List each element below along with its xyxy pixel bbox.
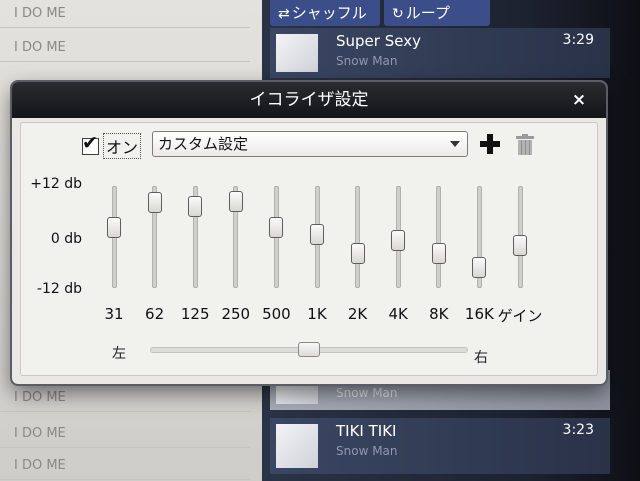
chevron-down-icon	[450, 141, 460, 147]
list-item: I DO ME	[0, 420, 250, 448]
add-preset-button[interactable]	[480, 132, 504, 158]
enable-label: オン	[103, 133, 142, 159]
db-min-label: -12 db	[36, 281, 82, 297]
band-slider-thumb[interactable]	[350, 242, 365, 264]
track-artist: Snow Man	[336, 444, 398, 458]
list-item: I DO ME	[0, 34, 250, 62]
band-slider-thumb[interactable]	[513, 234, 527, 256]
band-slider-thumb[interactable]	[269, 216, 284, 238]
check-mark-icon: ✔	[82, 131, 98, 154]
track-row[interactable]: Super Sexy Snow Man 3:29	[270, 28, 610, 78]
track-title: Super Sexy	[336, 32, 421, 50]
dialog-title: イコライザ設定	[249, 90, 369, 110]
band-slider-thumb[interactable]	[310, 224, 324, 246]
db-max-label: +12 db	[30, 176, 82, 192]
list-item: I DO ME	[0, 0, 250, 28]
track-duration: 3:29	[562, 32, 594, 48]
enable-toggle[interactable]: ✔ オン	[82, 132, 142, 159]
band-slider-thumb[interactable]	[107, 216, 121, 238]
preset-dropdown[interactable]: カスタム設定	[152, 131, 468, 157]
band-slider-thumb[interactable]	[147, 192, 162, 214]
shuffle-button[interactable]: ⇄ シャッフル	[270, 0, 380, 26]
preset-value: カスタム設定	[158, 135, 249, 153]
band-slider-track[interactable]	[436, 186, 442, 288]
band-slider-thumb[interactable]	[228, 190, 243, 212]
delete-preset-button[interactable]	[516, 134, 534, 156]
loop-button[interactable]: ↻ ループ	[384, 0, 490, 26]
equalizer-panel	[20, 122, 598, 376]
band-slider-track[interactable]	[355, 186, 361, 288]
track-title: TIKI TIKI	[336, 422, 397, 440]
balance-slider-thumb[interactable]	[298, 342, 320, 357]
track-artist: Snow Man	[336, 54, 398, 68]
balance-right-label: 右	[474, 350, 488, 366]
list-item: I DO ME	[0, 452, 250, 480]
balance-left-label: 左	[112, 346, 126, 362]
list-item: I DO ME	[0, 384, 250, 412]
db-mid-label: 0 db	[50, 231, 82, 247]
shuffle-icon: ⇄	[278, 6, 290, 22]
enable-checkbox[interactable]: ✔	[82, 132, 99, 155]
band-slider-thumb[interactable]	[188, 195, 203, 217]
track-artist: Snow Man	[336, 386, 398, 400]
band-slider-thumb[interactable]	[472, 257, 487, 279]
track-duration: 3:23	[562, 422, 594, 438]
band-slider-thumb[interactable]	[391, 229, 406, 251]
loop-icon: ↻	[392, 6, 404, 22]
equalizer-dialog: イコライザ設定 × ✔ オン カスタム設定 +12 db 0 db -12 db…	[12, 82, 606, 384]
band-label: ゲイン	[497, 307, 543, 325]
track-row[interactable]: TIKI TIKI Snow Man 3:23	[270, 418, 610, 474]
band-slider-thumb[interactable]	[431, 242, 446, 264]
album-art	[276, 424, 318, 468]
album-art	[276, 34, 318, 72]
close-button[interactable]: ×	[566, 86, 592, 114]
